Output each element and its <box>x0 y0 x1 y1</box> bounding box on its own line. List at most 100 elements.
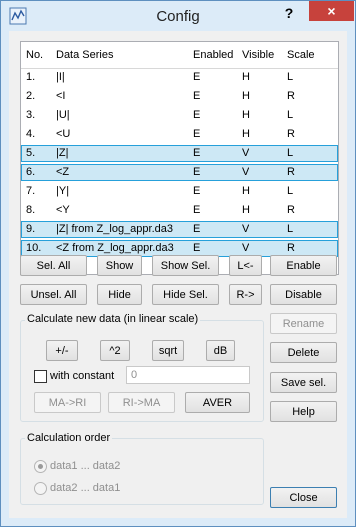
cell-data-series: <Y <box>56 204 70 216</box>
cell-visible: H <box>242 71 250 83</box>
cell-enabled: E <box>193 185 201 197</box>
cell-visible: H <box>242 128 250 140</box>
disable-button[interactable]: Disable <box>270 284 337 305</box>
cell-visible: V <box>242 242 250 254</box>
cell-no: 9. <box>26 223 36 235</box>
cell-data-series: |Y| <box>56 185 70 197</box>
cell-scale: R <box>287 128 295 140</box>
table-row[interactable]: 3. |U| E H L <box>21 107 338 124</box>
ma-to-ri-button[interactable]: MA->RI <box>34 392 101 413</box>
header-enabled[interactable]: Enabled <box>193 49 233 61</box>
cell-data-series: <Z <box>56 166 70 178</box>
cell-no: 10. <box>26 242 42 254</box>
help-title-button[interactable]: ? <box>275 3 303 23</box>
move-left-button[interactable]: L<- <box>229 255 262 276</box>
cell-scale: L <box>287 71 294 83</box>
cell-no: 8. <box>26 204 36 216</box>
header-no[interactable]: No. <box>26 49 43 61</box>
table-row[interactable]: 4. <U E H R <box>21 126 338 143</box>
rename-button[interactable]: Rename <box>270 313 337 334</box>
cell-enabled: E <box>193 109 201 121</box>
square-button[interactable]: ^2 <box>100 340 130 361</box>
order-option1-radio[interactable] <box>34 460 47 473</box>
hide-button[interactable]: Hide <box>97 284 142 305</box>
show-selected-button[interactable]: Show Sel. <box>152 255 219 276</box>
help-button[interactable]: Help <box>270 401 337 422</box>
order-option2-radio[interactable] <box>34 482 47 495</box>
table-row[interactable]: 9. |Z| from Z_log_appr.da3 E V L <box>21 221 338 238</box>
enable-button[interactable]: Enable <box>270 255 337 276</box>
with-constant-checkbox[interactable] <box>34 370 47 383</box>
cell-data-series: |Z| <box>56 147 69 159</box>
cell-visible: H <box>242 90 250 102</box>
cell-enabled: E <box>193 204 201 216</box>
cell-data-series: |Z| from Z_log_appr.da3 <box>56 223 173 235</box>
cell-visible: H <box>242 185 250 197</box>
constant-input[interactable]: 0 <box>126 366 250 384</box>
db-button[interactable]: dB <box>206 340 235 361</box>
cell-no: 1. <box>26 71 36 83</box>
config-window: Config ? × No. Data Series Enabled Visib… <box>0 0 356 527</box>
title-bar[interactable]: Config ? × <box>1 1 355 31</box>
cell-visible: V <box>242 223 250 235</box>
hide-selected-button[interactable]: Hide Sel. <box>152 284 219 305</box>
radio-selected-dot <box>38 464 43 469</box>
cell-data-series: <I <box>56 90 66 102</box>
cell-enabled: E <box>193 242 201 254</box>
cell-enabled: E <box>193 166 201 178</box>
cell-no: 3. <box>26 109 36 121</box>
cell-scale: R <box>287 90 295 102</box>
cell-scale: L <box>287 147 294 159</box>
with-constant-label: with constant <box>50 370 115 382</box>
plus-minus-button[interactable]: +/- <box>46 340 78 361</box>
cell-visible: H <box>242 109 250 121</box>
cell-visible: V <box>242 166 250 178</box>
select-all-button[interactable]: Sel. All <box>20 255 87 276</box>
cell-enabled: E <box>193 223 201 235</box>
header-scale[interactable]: Scale <box>287 49 315 61</box>
header-visible[interactable]: Visible <box>242 49 274 61</box>
cell-no: 4. <box>26 128 36 140</box>
cell-scale: R <box>287 242 295 254</box>
unselect-all-button[interactable]: Unsel. All <box>20 284 87 305</box>
cell-scale: R <box>287 166 295 178</box>
table-row[interactable]: 7. |Y| E H L <box>21 183 338 200</box>
close-window-button[interactable]: × <box>309 1 354 21</box>
cell-scale: L <box>287 185 294 197</box>
table-row[interactable]: 5. |Z| E V L <box>21 145 338 162</box>
cell-visible: H <box>242 204 250 216</box>
show-button[interactable]: Show <box>97 255 142 276</box>
cell-scale: R <box>287 204 295 216</box>
order-option1-label: data1 ... data2 <box>50 460 121 472</box>
cell-enabled: E <box>193 147 201 159</box>
cell-visible: V <box>242 147 250 159</box>
cell-data-series: |U| <box>56 109 70 121</box>
header-data-series[interactable]: Data Series <box>56 49 191 61</box>
cell-no: 6. <box>26 166 36 178</box>
save-selected-button[interactable]: Save sel. <box>270 372 337 393</box>
cell-data-series: |I| <box>56 71 65 83</box>
sqrt-button[interactable]: sqrt <box>152 340 184 361</box>
cell-enabled: E <box>193 90 201 102</box>
table-row[interactable]: 8. <Y E H R <box>21 202 338 219</box>
cell-scale: L <box>287 223 294 235</box>
move-right-button[interactable]: R-> <box>229 284 262 305</box>
dialog-client-area: No. Data Series Enabled Visible Scale 1.… <box>9 31 347 518</box>
aver-button[interactable]: AVER <box>185 392 250 413</box>
calculation-order-label: Calculation order <box>25 432 113 444</box>
order-option2-label: data2 ... data1 <box>50 482 121 494</box>
table-row[interactable]: 6. <Z E V R <box>21 164 338 181</box>
table-row[interactable]: 1. |I| E H L <box>21 69 338 86</box>
cell-no: 7. <box>26 185 36 197</box>
cell-enabled: E <box>193 71 201 83</box>
table-row[interactable]: 2. <I E H R <box>21 88 338 105</box>
ri-to-ma-button[interactable]: RI->MA <box>108 392 175 413</box>
calculate-group-label: Calculate new data (in linear scale) <box>25 313 201 325</box>
data-series-table[interactable]: No. Data Series Enabled Visible Scale 1.… <box>20 41 339 275</box>
cell-no: 2. <box>26 90 36 102</box>
cell-scale: L <box>287 109 294 121</box>
table-header: No. Data Series Enabled Visible Scale <box>21 42 338 69</box>
close-button[interactable]: Close <box>270 487 337 508</box>
delete-button[interactable]: Delete <box>270 342 337 363</box>
cell-data-series: <U <box>56 128 71 140</box>
